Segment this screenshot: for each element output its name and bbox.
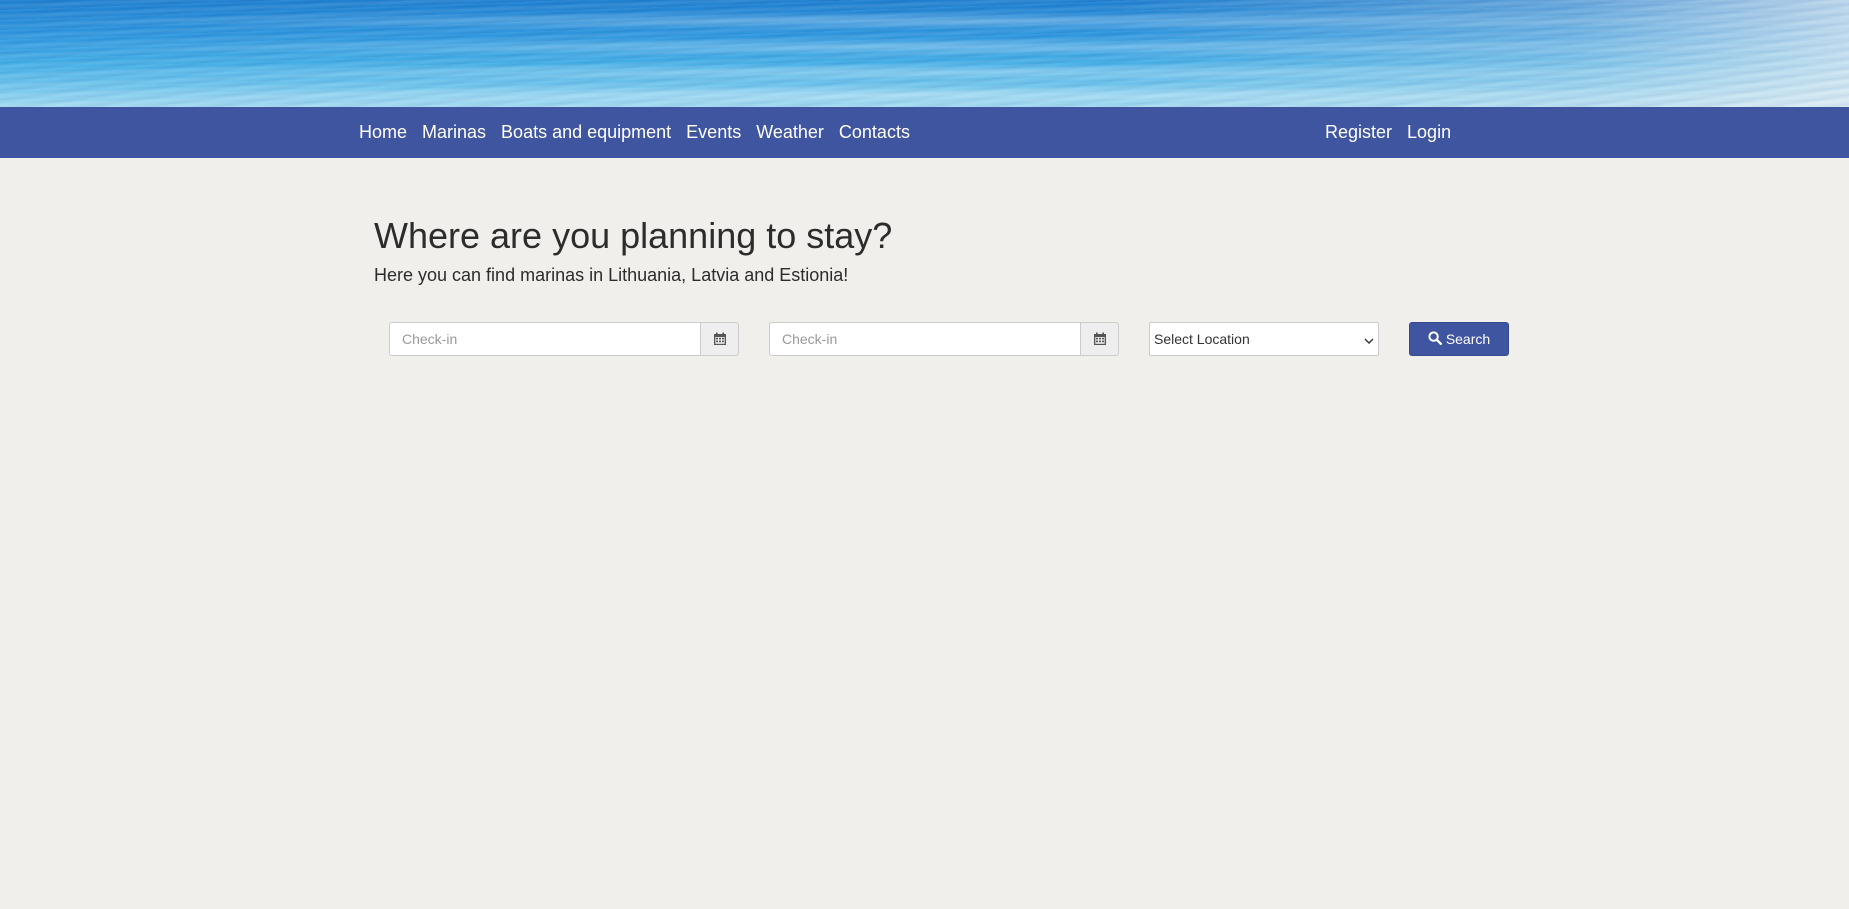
- page-subtitle: Here you can find marinas in Lithuania, …: [374, 265, 849, 285]
- checkin-input-2[interactable]: [769, 322, 1080, 356]
- search-icon: [1428, 330, 1442, 348]
- water-ripple: [0, 86, 1849, 104]
- nav-left-group: Home Marinas Boats and equipment Events …: [359, 107, 925, 158]
- nav-link-weather[interactable]: Weather: [756, 122, 824, 143]
- nav-link-register[interactable]: Register: [1325, 122, 1392, 143]
- search-button[interactable]: Search: [1409, 322, 1509, 356]
- nav-link-boats-and-equipment[interactable]: Boats and equipment: [501, 122, 671, 143]
- search-button-label: Search: [1445, 331, 1491, 347]
- water-ripple: [0, 63, 1849, 81]
- nav-link-login[interactable]: Login: [1407, 122, 1451, 143]
- header-banner-image: [0, 0, 1849, 107]
- checkin-input-1[interactable]: [389, 322, 700, 356]
- location-select[interactable]: Select Location: [1149, 322, 1379, 356]
- chevron-down-icon: [1364, 331, 1374, 347]
- nav-link-home[interactable]: Home: [359, 122, 407, 143]
- checkin-date-group-2: [769, 322, 1119, 356]
- nav-link-contacts[interactable]: Contacts: [839, 122, 910, 143]
- main-navbar: Home Marinas Boats and equipment Events …: [0, 107, 1849, 158]
- location-select-value: Select Location: [1154, 331, 1250, 347]
- nav-right-group: Register Login: [1325, 107, 1466, 158]
- page-title: Where are you planning to stay?: [374, 215, 893, 256]
- nav-link-marinas[interactable]: Marinas: [422, 122, 486, 143]
- checkin-date-group-1: [389, 322, 739, 356]
- calendar-icon[interactable]: [1080, 322, 1119, 356]
- water-ripple: [0, 38, 1849, 56]
- nav-link-events[interactable]: Events: [686, 122, 741, 143]
- water-ripple: [0, 12, 1849, 30]
- calendar-icon[interactable]: [700, 322, 739, 356]
